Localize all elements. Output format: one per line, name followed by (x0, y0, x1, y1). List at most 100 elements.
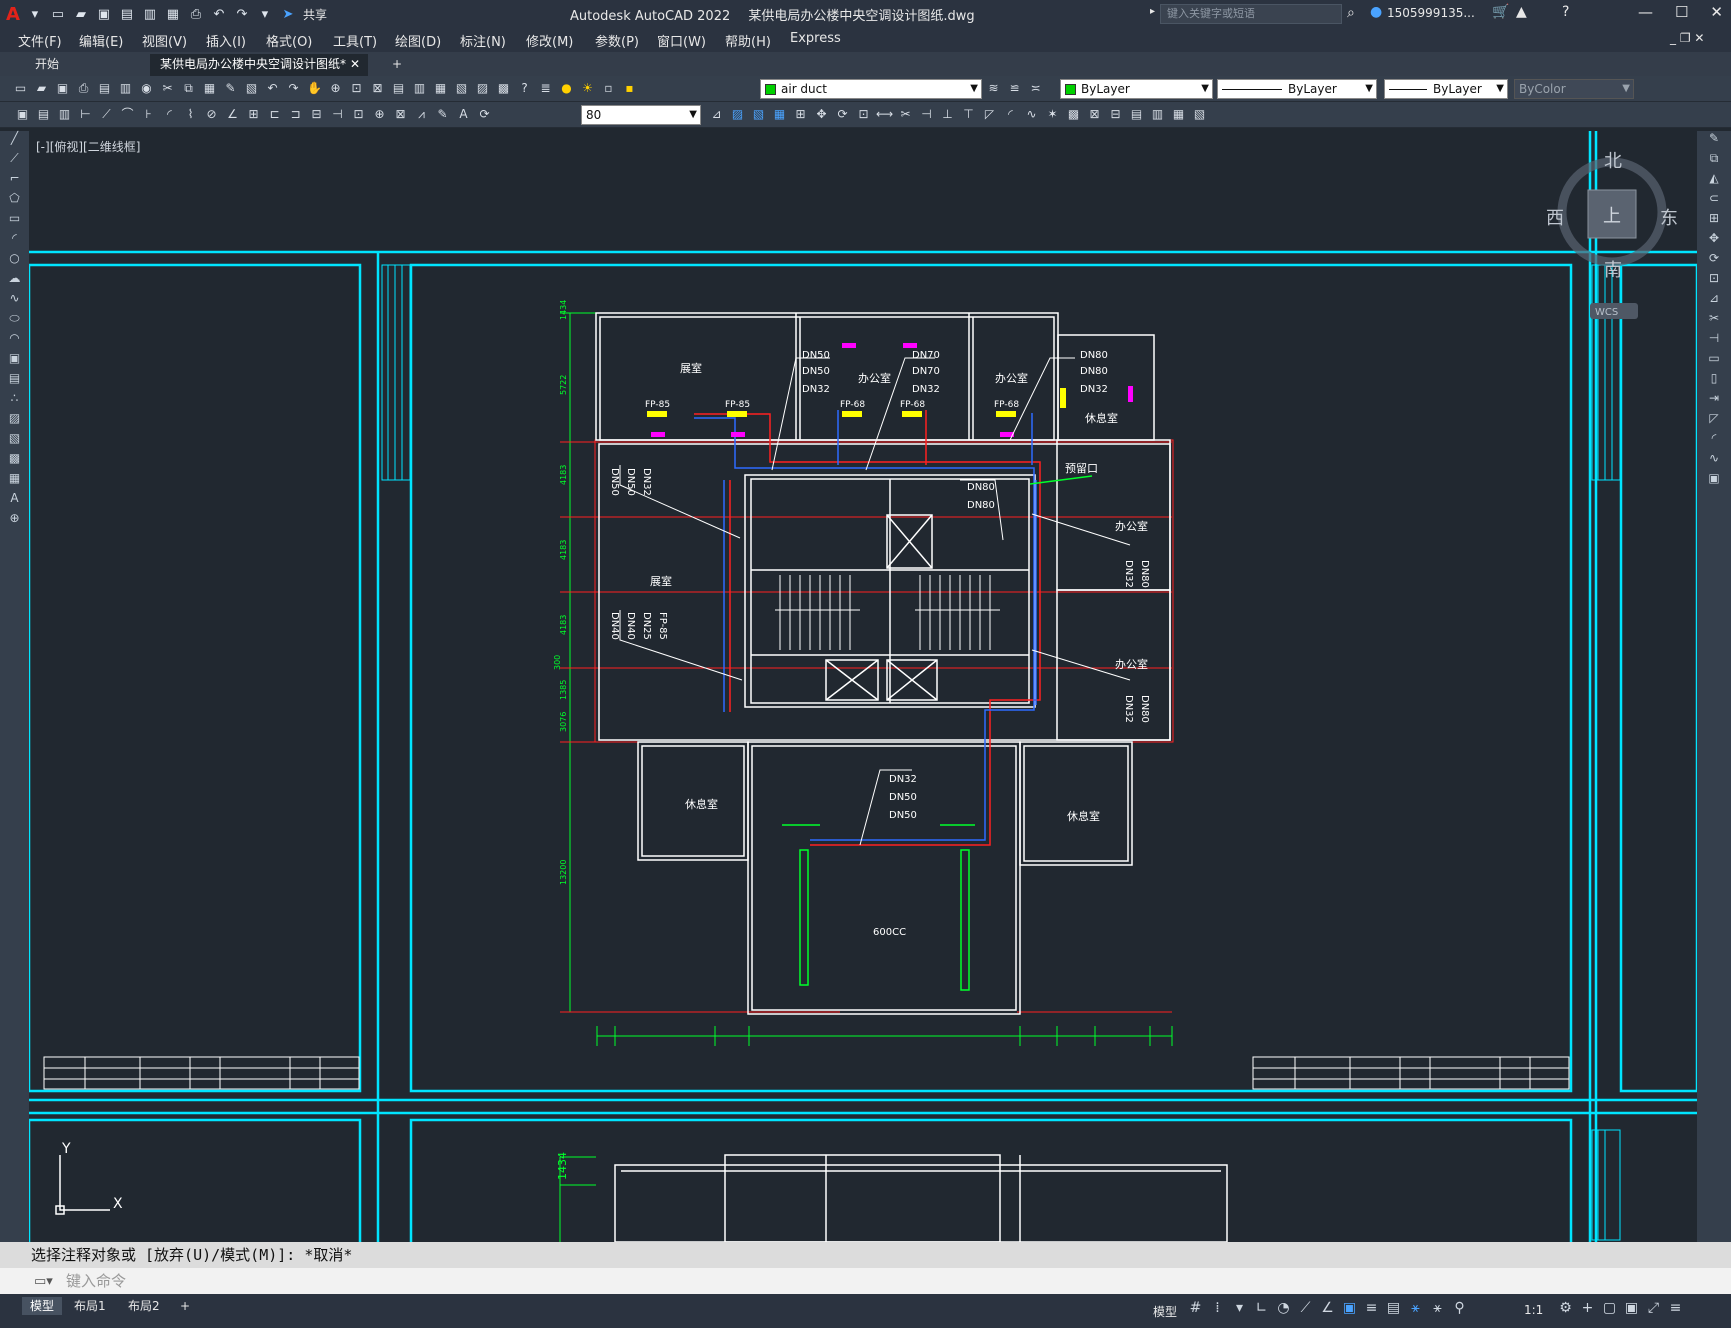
spline-icon[interactable]: ∿ (0, 291, 29, 311)
rectangle-icon[interactable]: ▭ (0, 211, 29, 231)
jogged-icon[interactable]: ⌇ (182, 106, 199, 123)
annotation-scale-value[interactable]: 1:1 (1524, 1303, 1543, 1317)
save-web-icon[interactable]: ▦ (165, 7, 181, 23)
isodraft-icon[interactable]: ⟋ (1298, 1300, 1313, 1316)
layer-walk-icon[interactable]: ▣ (14, 106, 31, 123)
ortho-icon[interactable]: ∟ (1254, 1300, 1269, 1316)
compass-east[interactable]: 东 (1660, 208, 1678, 229)
insert-block-icon[interactable]: ▣ (0, 351, 29, 371)
arc-length-icon[interactable]: ⌒ (119, 106, 136, 123)
inspect-icon[interactable]: ⊠ (392, 106, 409, 123)
zoom-window-icon[interactable]: ⊡ (348, 80, 365, 97)
redo-icon[interactable]: ↷ (285, 80, 302, 97)
sun-icon[interactable]: ☀ (579, 80, 596, 97)
menu-express[interactable]: Express (790, 31, 841, 46)
explode-icon[interactable]: ✶ (1044, 106, 1061, 123)
save-icon[interactable]: ▣ (96, 7, 112, 23)
freeze-icon[interactable]: ▫ (600, 80, 617, 97)
sheet-set-icon[interactable]: ▧ (453, 80, 470, 97)
save-as-icon[interactable]: ▤ (119, 7, 135, 23)
chevron-down-icon[interactable]: ▾ (27, 7, 43, 23)
arc-icon[interactable]: ◜ (0, 231, 29, 251)
dim-update-icon[interactable]: ⟳ (476, 106, 493, 123)
viewport-controls[interactable]: [-][俯视][二维线框] (36, 138, 140, 155)
move-icon[interactable]: ✥ (1697, 231, 1731, 251)
menu-help[interactable]: 帮助(H) (725, 31, 771, 50)
preview-icon[interactable]: ▤ (96, 80, 113, 97)
fillet-icon[interactable]: ◜ (1002, 106, 1019, 123)
lineweight-icon[interactable]: ≡ (1364, 1300, 1379, 1316)
table-icon[interactable]: ▦ (0, 471, 29, 491)
diameter-icon[interactable]: ⊘ (203, 106, 220, 123)
open-icon[interactable]: ▰ (33, 80, 50, 97)
calculator-icon[interactable]: ▩ (495, 80, 512, 97)
help-icon[interactable]: ? (1562, 4, 1569, 20)
undo-icon[interactable]: ↶ (211, 7, 227, 23)
add-selected-icon[interactable]: ⊕ (0, 511, 29, 531)
pan-icon[interactable]: ✋ (306, 80, 323, 97)
line-icon[interactable]: ╱ (0, 131, 29, 151)
dimscale-dropdown[interactable]: 80 ▼ (581, 105, 701, 125)
dimstyle-icon[interactable]: ⊿ (708, 106, 725, 123)
cut-icon[interactable]: ✂ (159, 80, 176, 97)
isolate-icon[interactable]: ▢ (1602, 1300, 1617, 1316)
move-icon[interactable]: ✥ (813, 106, 830, 123)
array-icon[interactable]: ⊞ (792, 106, 809, 123)
menu-view[interactable]: 视图(V) (142, 31, 187, 50)
infer-icon[interactable]: ▾ (1232, 1300, 1247, 1316)
tab-start[interactable]: 开始 (25, 54, 69, 76)
autocad-logo-icon[interactable]: A (6, 4, 20, 25)
center-mark-icon[interactable]: ⊕ (371, 106, 388, 123)
ungroup-icon[interactable]: ⊟ (1107, 106, 1124, 123)
zoom-realtime-icon[interactable]: ⊕ (327, 80, 344, 97)
mirror-icon[interactable]: ◭ (1697, 171, 1731, 191)
offset-icon[interactable]: ▦ (771, 106, 788, 123)
polar-icon[interactable]: ◔ (1276, 1300, 1291, 1316)
doc-window-controls[interactable]: _ ❐ ✕ (1670, 31, 1704, 45)
fillet-icon[interactable]: ◜ (1697, 431, 1731, 451)
block-editor-icon[interactable]: ▧ (243, 80, 260, 97)
layer-merge-icon[interactable]: ▥ (56, 106, 73, 123)
hatch-icon[interactable]: ▨ (0, 411, 29, 431)
transparency-icon[interactable]: ▤ (1386, 1300, 1401, 1316)
customize-icon[interactable]: ▾ (257, 7, 273, 23)
dim-edit-icon[interactable]: ✎ (434, 106, 451, 123)
construction-line-icon[interactable]: ⟋ (0, 151, 29, 171)
linetype-dropdown[interactable]: ByLayer ▼ (1217, 79, 1377, 99)
linear-dim-icon[interactable]: ⊢ (77, 106, 94, 123)
annotation-visibility-icon[interactable]: ⚹ (1408, 1300, 1423, 1316)
layer-match-icon[interactable]: ≋ (985, 80, 1002, 97)
close-tab-icon[interactable]: ✕ (350, 54, 360, 74)
auto-scale-icon[interactable]: ⚹ (1430, 1300, 1445, 1316)
osnap-icon[interactable]: ▣ (1342, 1300, 1357, 1316)
menu-format[interactable]: 格式(O) (266, 31, 312, 50)
join-icon[interactable]: ⊤ (960, 106, 977, 123)
layer-previous-icon[interactable]: ≌ (1006, 80, 1023, 97)
break-point-icon[interactable]: ▯ (1697, 371, 1731, 391)
ellipse-icon[interactable]: ⬭ (0, 311, 29, 331)
erase-icon[interactable]: ✎ (1697, 131, 1731, 151)
layer-dropdown[interactable]: air duct ▼ (760, 79, 982, 99)
clip-icon[interactable]: ▧ (1191, 106, 1208, 123)
hardware-accel-icon[interactable]: ▣ (1624, 1300, 1639, 1316)
tab-layout1[interactable]: 布局1 (66, 1297, 114, 1315)
array-icon[interactable]: ⊞ (1697, 211, 1731, 231)
layer-state-icon[interactable]: ▤ (35, 106, 52, 123)
copy-obj-icon[interactable]: ▨ (729, 106, 746, 123)
wcs-menu[interactable]: WCS (1595, 307, 1618, 318)
share-icon[interactable]: ➤ (280, 7, 296, 23)
ellipse-arc-icon[interactable]: ◠ (0, 331, 29, 351)
annotation-scale-icon[interactable]: ⚲ (1452, 1300, 1467, 1316)
undo-icon[interactable]: ↶ (264, 80, 281, 97)
compass-north[interactable]: 北 (1604, 151, 1622, 172)
break-obj-icon[interactable]: ⊥ (939, 106, 956, 123)
continue-icon[interactable]: ⊐ (287, 106, 304, 123)
search-input[interactable]: 键入关键字或短语 (1160, 4, 1342, 24)
mtext-icon[interactable]: A (0, 491, 29, 511)
circle-icon[interactable]: ○ (0, 251, 29, 271)
revcloud-icon[interactable]: ☁ (0, 271, 29, 291)
new-icon[interactable]: ▭ (12, 80, 29, 97)
scale-icon[interactable]: ⊡ (1697, 271, 1731, 291)
menu-parametric[interactable]: 参数(P) (595, 31, 639, 50)
stretch-icon[interactable]: ⊿ (1697, 291, 1731, 311)
